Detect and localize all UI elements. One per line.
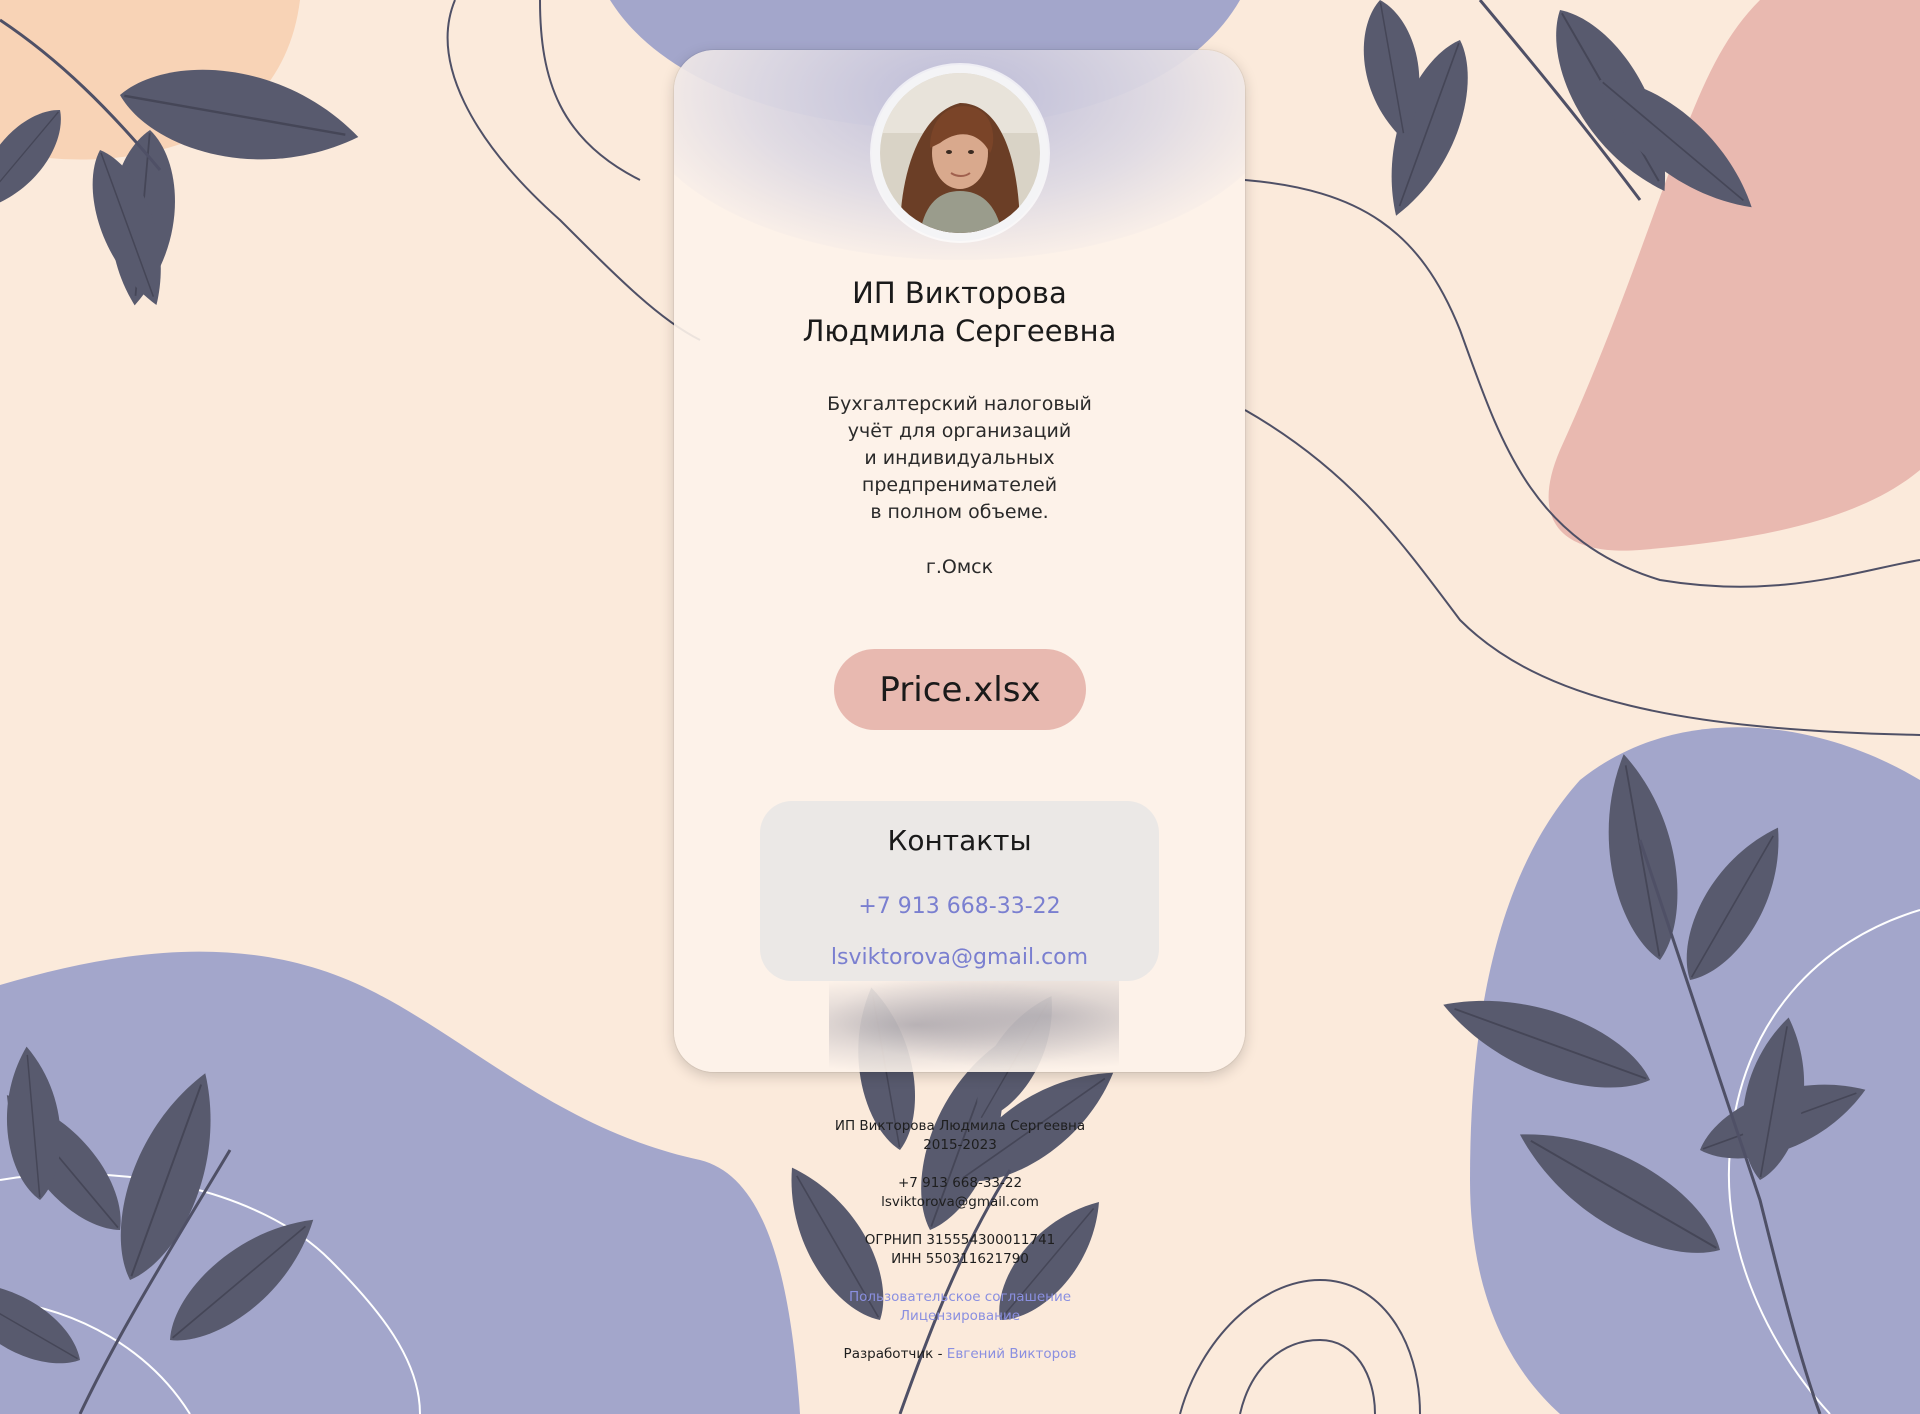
developer-link[interactable]: Евгений Викторов bbox=[947, 1346, 1077, 1362]
name-line-1: ИП Викторова bbox=[852, 276, 1067, 310]
agreement-link[interactable]: Пользовательское соглашение bbox=[849, 1289, 1071, 1305]
footer-agreement: Пользовательское соглашение bbox=[760, 1288, 1160, 1307]
footer-owner: ИП Викторова Людмила Сергеевна bbox=[834, 1118, 1086, 1134]
card-blur bbox=[829, 980, 1119, 1070]
avatar bbox=[872, 65, 1048, 241]
description-line: Бухгалтерский налоговый bbox=[827, 393, 1092, 415]
price-download-button[interactable]: Price.xlsx bbox=[834, 649, 1086, 730]
profile-name: ИП Викторова Людмила Сергеевна bbox=[674, 274, 1245, 350]
description-line: учёт для организаций bbox=[847, 420, 1072, 442]
description-line: и индивидуальных bbox=[864, 447, 1055, 469]
footer-years: 2015-2023 bbox=[923, 1137, 997, 1153]
footer-ogrnip: ОГРНИП 315554300011741 bbox=[864, 1232, 1056, 1248]
avatar-photo bbox=[880, 73, 1040, 233]
footer-email: lsviktorova@gmail.com bbox=[881, 1194, 1039, 1210]
license-link[interactable]: Лицензирование bbox=[900, 1308, 1020, 1324]
contacts-title: Контакты bbox=[887, 824, 1032, 857]
city: г.Омск bbox=[925, 556, 994, 578]
footer-inn: ИНН 550311621790 bbox=[891, 1251, 1029, 1267]
footer-phone: +7 913 668-33-22 bbox=[897, 1175, 1023, 1191]
description-line: предпренимателей bbox=[861, 474, 1058, 496]
developer-prefix: Разработчик - bbox=[843, 1346, 947, 1362]
phone-link[interactable]: +7 913 668-33-22 bbox=[674, 892, 1245, 922]
name-line-2: Людмила Сергеевна bbox=[802, 314, 1117, 348]
description-line: в полном объеме. bbox=[870, 501, 1049, 523]
footer-developer: Разработчик - Евгений Викторов bbox=[760, 1345, 1160, 1364]
service-description: Бухгалтерский налоговый учёт для организ… bbox=[674, 391, 1245, 526]
email-link[interactable]: lsviktorova@gmail.com bbox=[674, 943, 1245, 973]
footer-license: Лицензирование bbox=[760, 1307, 1160, 1326]
